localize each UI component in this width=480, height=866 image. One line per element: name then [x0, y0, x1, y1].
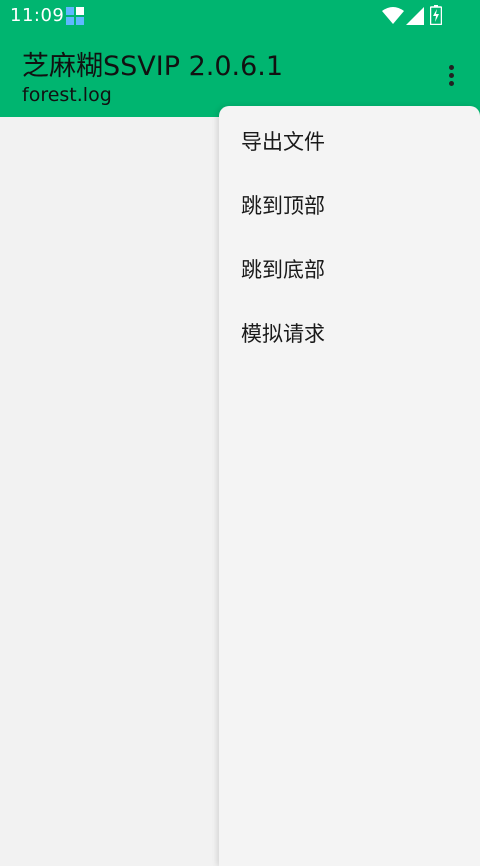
menu-item-label: 跳到底部: [241, 258, 325, 282]
menu-item-label: 模拟请求: [241, 322, 325, 346]
app-notification-icon: [66, 7, 84, 25]
status-bar: 11:09: [0, 0, 480, 32]
menu-item-jump-bottom[interactable]: 跳到底部: [219, 235, 480, 299]
status-time: 11:09: [10, 5, 65, 26]
menu-item-label: 跳到顶部: [241, 194, 325, 218]
app-bar: 芝麻糊SSVIP 2.0.6.1 forest.log: [0, 32, 480, 117]
menu-item-export-file[interactable]: 导出文件: [219, 107, 480, 171]
menu-item-label: 导出文件: [241, 130, 325, 154]
wifi-icon: [382, 7, 404, 24]
app-title: 芝麻糊SSVIP 2.0.6.1: [22, 51, 284, 82]
overflow-menu: 导出文件 跳到顶部 跳到底部 模拟请求: [219, 106, 480, 866]
battery-charging-icon: [430, 5, 442, 25]
menu-item-simulate-request[interactable]: 模拟请求: [219, 299, 480, 363]
app-subtitle: forest.log: [22, 84, 112, 106]
more-options-button[interactable]: [436, 58, 466, 92]
more-vert-icon: [448, 64, 454, 70]
signal-icon: [406, 7, 424, 25]
menu-item-jump-top[interactable]: 跳到顶部: [219, 171, 480, 235]
